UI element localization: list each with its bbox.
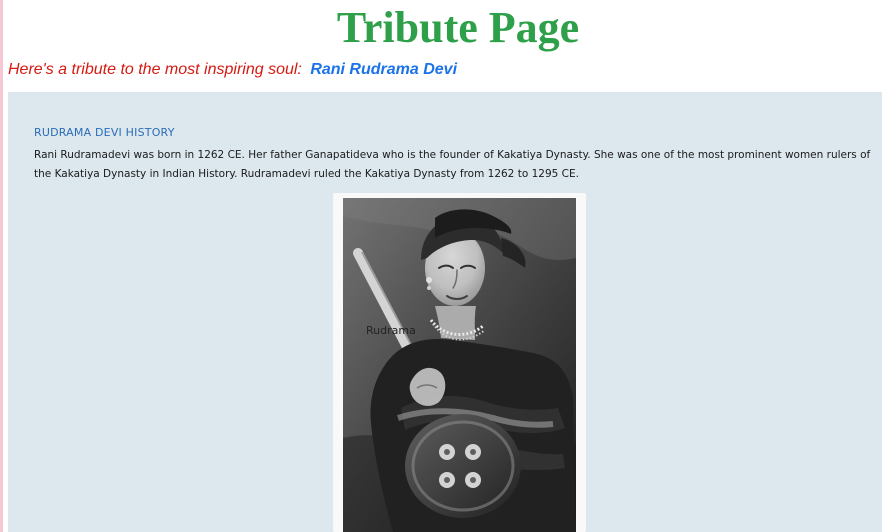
history-heading: RUDRAMA DEVI HISTORY xyxy=(34,126,175,139)
tagline-text: Here's a tribute to the most inspiring s… xyxy=(8,61,302,78)
history-paragraph: Rani Rudramadevi was born in 1262 CE. He… xyxy=(34,149,871,180)
page-title: Tribute Page xyxy=(336,3,580,52)
tagline: Here's a tribute to the most inspiring s… xyxy=(8,60,457,80)
left-border xyxy=(0,0,3,532)
portrait-frame: Rudrama xyxy=(333,193,586,532)
content-panel: RUDRAMA DEVI HISTORY Rani Rudramadevi wa… xyxy=(8,92,882,532)
portrait-caption: Rudrama xyxy=(366,324,416,337)
portrait-image: Rudrama xyxy=(343,198,576,532)
tagline-name: Rani Rudrama Devi xyxy=(310,61,458,78)
